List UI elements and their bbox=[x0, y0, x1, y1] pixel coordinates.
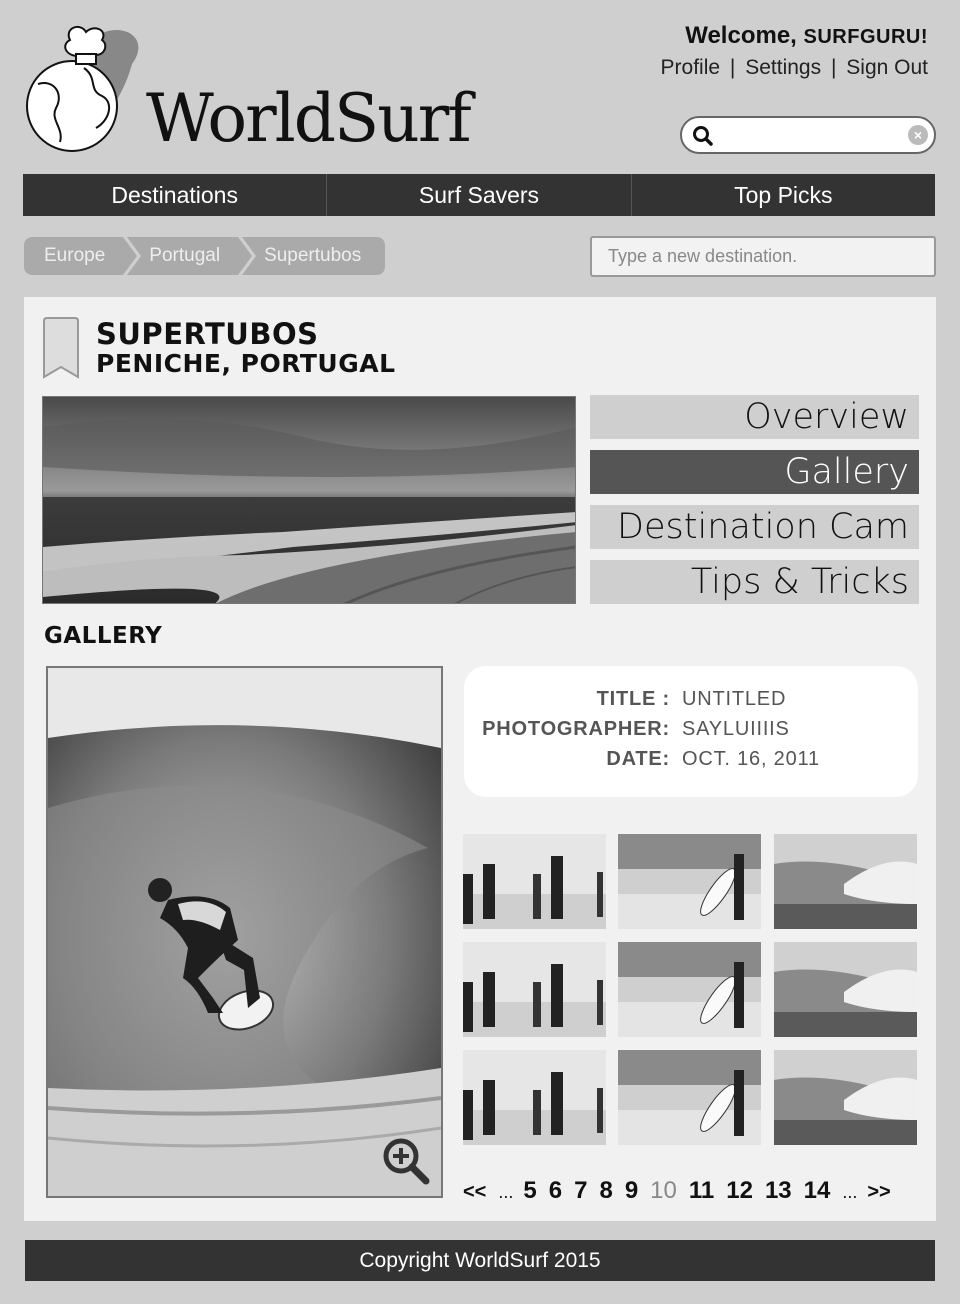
photo-info-title: TITLE : UNTITLED bbox=[464, 688, 918, 718]
pager-ellipsis: ... bbox=[498, 1182, 514, 1202]
pager-page-7[interactable]: 7 bbox=[574, 1177, 587, 1205]
gallery-thumbnail[interactable] bbox=[774, 942, 917, 1037]
photo-info-card: TITLE : UNTITLED PHOTOGRAPHER: SAYLUIIII… bbox=[464, 666, 918, 797]
account-links: Profile | Settings | Sign Out bbox=[661, 56, 928, 80]
breadcrumb-label: Europe bbox=[44, 245, 106, 266]
gallery-thumbnail[interactable] bbox=[463, 942, 606, 1037]
pager-page-8[interactable]: 8 bbox=[599, 1177, 612, 1205]
info-value: OCT. 16, 2011 bbox=[682, 748, 820, 770]
info-value: UNTITLED bbox=[682, 688, 787, 710]
breadcrumb-arrow bbox=[123, 237, 138, 275]
photo-info-photographer: PHOTOGRAPHER: SAYLUIIIIS bbox=[464, 718, 918, 748]
gallery-thumbnail[interactable] bbox=[618, 942, 761, 1037]
tab-gallery[interactable]: Gallery bbox=[590, 450, 919, 494]
breadcrumb-item-portugal[interactable]: Portugal bbox=[127, 237, 253, 275]
user-panel: Welcome, SURFGURU! Profile | Settings | … bbox=[661, 22, 928, 80]
sign-out-link[interactable]: Sign Out bbox=[846, 56, 928, 79]
breadcrumb: Europe Portugal Supertubos bbox=[24, 237, 389, 275]
nav-item-surf-savers[interactable]: Surf Savers bbox=[327, 174, 632, 216]
pager-next-button[interactable]: >> bbox=[867, 1181, 890, 1204]
gallery-thumbnail[interactable] bbox=[618, 834, 761, 929]
pager-current-page: 10 bbox=[650, 1177, 677, 1204]
breadcrumb-item-europe[interactable]: Europe bbox=[24, 237, 138, 275]
welcome-message: Welcome, SURFGURU! bbox=[661, 22, 928, 50]
gallery-pagination: << ... 5 6 7 8 9 10 11 12 13 14 ... >> bbox=[463, 1177, 919, 1205]
profile-link[interactable]: Profile bbox=[661, 56, 721, 79]
pager-page-12[interactable]: 12 bbox=[726, 1177, 753, 1205]
nav-item-top-picks[interactable]: Top Picks bbox=[632, 174, 935, 216]
destination-hero-image bbox=[42, 396, 576, 604]
link-separator: | bbox=[830, 56, 837, 79]
copyright-text: Copyright WorldSurf 2015 bbox=[359, 1248, 601, 1272]
breadcrumb-arrow bbox=[238, 237, 253, 275]
tab-destination-cam[interactable]: Destination Cam bbox=[590, 505, 919, 549]
pager-page-11[interactable]: 11 bbox=[689, 1177, 714, 1205]
gallery-thumbnail[interactable] bbox=[774, 834, 917, 929]
spot-location: PENICHE, PORTUGAL bbox=[96, 349, 396, 378]
tab-tips-tricks[interactable]: Tips & Tricks bbox=[590, 560, 919, 604]
pager-page-13[interactable]: 13 bbox=[765, 1177, 792, 1205]
breadcrumb-label: Portugal bbox=[149, 245, 221, 266]
gallery-heading: GALLERY bbox=[44, 623, 163, 649]
clear-search-icon[interactable]: × bbox=[908, 125, 928, 145]
breadcrumb-label: Supertubos bbox=[264, 245, 362, 266]
info-label: DATE: bbox=[606, 748, 670, 770]
settings-link[interactable]: Settings bbox=[745, 56, 821, 79]
breadcrumb-item-supertubos[interactable]: Supertubos bbox=[242, 237, 386, 275]
bookmark-icon[interactable] bbox=[42, 317, 80, 379]
search-input[interactable] bbox=[722, 123, 902, 147]
pager-page-9[interactable]: 9 bbox=[625, 1177, 638, 1205]
spot-title: SUPERTUBOS bbox=[96, 317, 319, 351]
destination-input[interactable] bbox=[590, 236, 936, 277]
info-label: TITLE : bbox=[596, 688, 670, 710]
pager-page-14[interactable]: 14 bbox=[804, 1177, 831, 1205]
photo-info-date: DATE: OCT. 16, 2011 bbox=[464, 748, 918, 778]
gallery-thumbnail[interactable] bbox=[774, 1050, 917, 1145]
gallery-main-photo[interactable] bbox=[46, 666, 443, 1198]
main-nav: Destinations Surf Savers Top Picks bbox=[23, 174, 935, 216]
info-value: SAYLUIIIIS bbox=[682, 718, 790, 740]
gallery-thumbnail[interactable] bbox=[618, 1050, 761, 1145]
search-icon bbox=[693, 126, 713, 146]
gallery-thumbnail[interactable] bbox=[463, 834, 606, 929]
globe-chef-icon bbox=[26, 25, 139, 152]
pager-page-5[interactable]: 5 bbox=[523, 1177, 536, 1205]
tab-overview[interactable]: Overview bbox=[590, 395, 919, 439]
logo[interactable]: WorldSurf bbox=[24, 24, 472, 164]
zoom-in-icon[interactable] bbox=[381, 1136, 431, 1186]
destination-tabs: Overview Gallery Destination Cam Tips & … bbox=[590, 395, 919, 615]
username: SURFGURU! bbox=[803, 26, 928, 48]
destination-panel: SUPERTUBOS PENICHE, PORTUGAL Overview Ga… bbox=[24, 297, 936, 1221]
link-separator: | bbox=[729, 56, 736, 79]
footer: Copyright WorldSurf 2015 bbox=[25, 1240, 935, 1281]
info-label: PHOTOGRAPHER: bbox=[482, 718, 670, 740]
gallery-thumbnail[interactable] bbox=[463, 1050, 606, 1145]
search-box[interactable]: × bbox=[680, 116, 936, 154]
pager-prev-button[interactable]: << bbox=[463, 1181, 486, 1204]
pager-ellipsis: ... bbox=[842, 1182, 858, 1202]
pager-page-6[interactable]: 6 bbox=[549, 1177, 562, 1205]
nav-item-destinations[interactable]: Destinations bbox=[23, 174, 328, 216]
welcome-greeting: Welcome, bbox=[685, 22, 804, 49]
brand-name: WorldSurf bbox=[146, 80, 472, 157]
